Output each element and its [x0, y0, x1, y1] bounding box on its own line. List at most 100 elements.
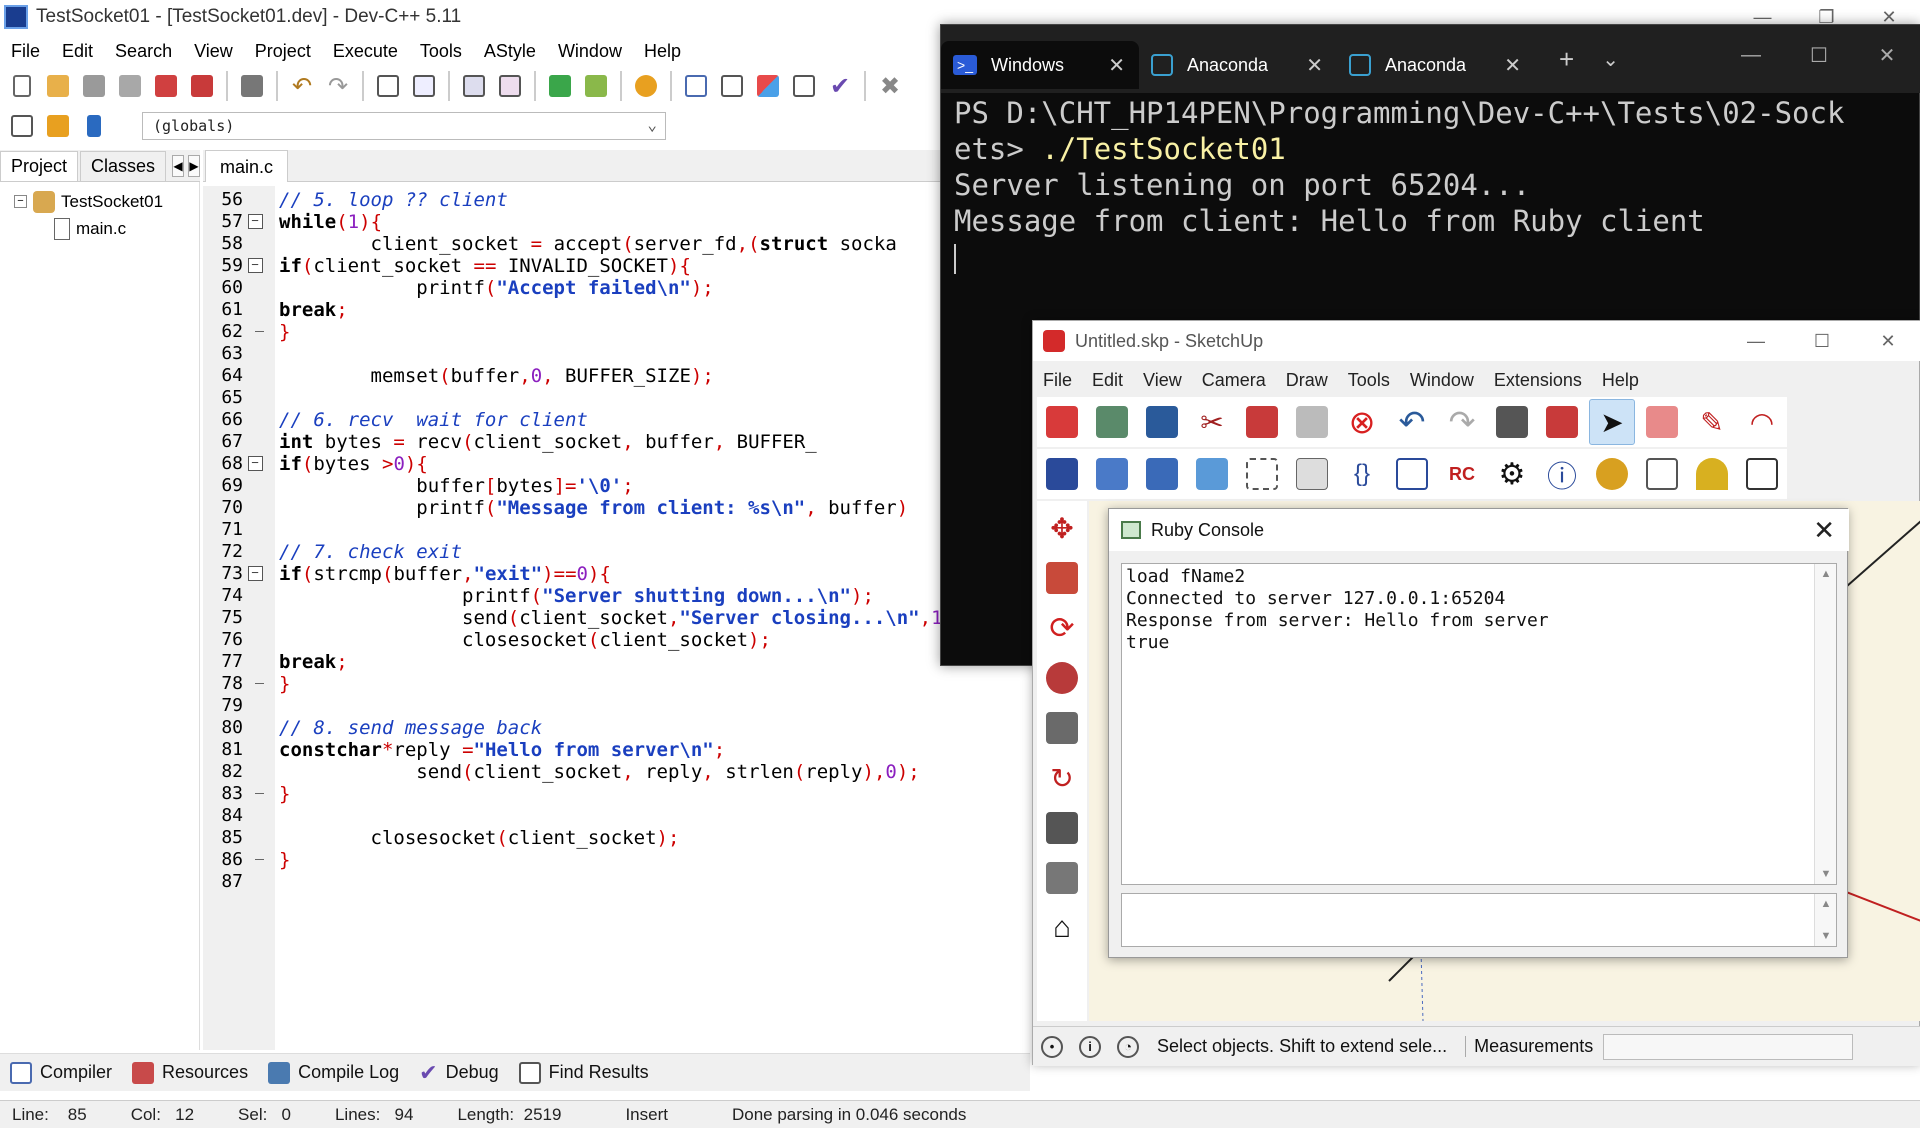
output-scrollbar[interactable]: ▲ ▼: [1814, 564, 1836, 884]
terminal-tab-anaconda-1[interactable]: Anaconda ✕: [1139, 41, 1337, 89]
tab-classes[interactable]: Classes: [80, 151, 167, 181]
sk-menu-extensions[interactable]: Extensions: [1484, 370, 1592, 391]
new-tab-icon[interactable]: +: [1559, 44, 1574, 75]
sk-tool-8[interactable]: [1389, 451, 1435, 497]
menu-edit[interactable]: Edit: [51, 41, 104, 62]
sk-tool-1[interactable]: [1039, 451, 1085, 497]
collapse-icon[interactable]: −: [247, 566, 263, 581]
scroll-down-icon[interactable]: ▼: [1815, 868, 1837, 880]
sk-model-info-button[interactable]: [1539, 399, 1585, 445]
sk-erase-button[interactable]: ⊗: [1339, 399, 1385, 445]
toggle-bookmark-button[interactable]: [78, 110, 110, 142]
sk-pencil-button[interactable]: ✎: [1689, 399, 1735, 445]
terminal-output[interactable]: PS D:\CHT_HP14PEN\Programming\Dev-C++\Te…: [954, 95, 1844, 275]
measurements-input[interactable]: [1603, 1033, 1854, 1060]
close-tab-icon[interactable]: ✕: [1108, 53, 1125, 78]
tab-dropdown-icon[interactable]: ⌄: [1602, 47, 1619, 72]
compile-run-button[interactable]: [752, 70, 784, 102]
sk-dimension-button[interactable]: [1639, 451, 1685, 497]
tab-compiler[interactable]: Compiler: [0, 1061, 122, 1084]
sk-text-button[interactable]: [1739, 451, 1785, 497]
close-icon[interactable]: ✕: [1853, 43, 1920, 68]
menu-file[interactable]: File: [0, 41, 51, 62]
close-file-button[interactable]: [150, 70, 182, 102]
sk-menu-help[interactable]: Help: [1592, 370, 1649, 391]
menu-execute[interactable]: Execute: [322, 41, 409, 62]
menu-help[interactable]: Help: [633, 41, 692, 62]
sk-menu-tools[interactable]: Tools: [1338, 370, 1400, 391]
rebuild-all-button[interactable]: [788, 70, 820, 102]
replace-button[interactable]: [408, 70, 440, 102]
sk-tool-9[interactable]: RC: [1439, 451, 1485, 497]
syntax-check-button[interactable]: ✔: [824, 70, 856, 102]
goto-bookmark-button[interactable]: [6, 110, 38, 142]
menu-window[interactable]: Window: [547, 41, 633, 62]
input-scrollbar[interactable]: ▲ ▼: [1814, 894, 1836, 946]
sk-eraser-button[interactable]: [1639, 399, 1685, 445]
geolocation-icon[interactable]: •: [1041, 1035, 1063, 1058]
collapse-icon[interactable]: −: [14, 195, 27, 208]
globals-select[interactable]: (globals) ⌄: [142, 112, 666, 140]
sk-menu-file[interactable]: File: [1033, 370, 1082, 391]
sk-menu-view[interactable]: View: [1133, 370, 1192, 391]
sk-tool-7[interactable]: {}: [1339, 451, 1385, 497]
minimize-icon[interactable]: —: [1717, 44, 1785, 67]
sk-cut-button[interactable]: ✂: [1189, 399, 1235, 445]
print-button[interactable]: [236, 70, 268, 102]
tab-debug[interactable]: ✔ Debug: [409, 1060, 508, 1086]
new-file-button[interactable]: [6, 70, 38, 102]
run-button[interactable]: [716, 70, 748, 102]
code-editor[interactable]: // 5. loop ?? client while (1) { client_…: [275, 186, 1035, 1050]
sk-tool-4[interactable]: [1189, 451, 1235, 497]
undo-button[interactable]: ↶: [286, 70, 318, 102]
scroll-up-icon[interactable]: ▲: [1815, 568, 1837, 580]
scroll-up-icon[interactable]: ▲: [1815, 898, 1837, 910]
close-all-button[interactable]: [186, 70, 218, 102]
sk-warehouse-button[interactable]: [1039, 805, 1085, 851]
sk-menu-draw[interactable]: Draw: [1276, 370, 1338, 391]
ruby-console-input[interactable]: ▲ ▼: [1121, 893, 1837, 947]
tab-resources[interactable]: Resources: [122, 1061, 258, 1084]
maximize-icon[interactable]: ☐: [1785, 43, 1853, 68]
add-to-project-button[interactable]: [544, 70, 576, 102]
sk-tape-button[interactable]: [1589, 451, 1635, 497]
sk-redo-button[interactable]: ↷: [1439, 399, 1485, 445]
sk-undo-button[interactable]: ↶: [1389, 399, 1435, 445]
sk-menu-edit[interactable]: Edit: [1082, 370, 1133, 391]
menu-project[interactable]: Project: [244, 41, 322, 62]
sk-paste-button[interactable]: [1289, 399, 1335, 445]
sk-move-button[interactable]: ✥: [1039, 505, 1085, 551]
tab-find-results[interactable]: Find Results: [509, 1061, 659, 1084]
sk-followme-button[interactable]: [1039, 655, 1085, 701]
stop-execution-button[interactable]: ✖: [874, 70, 906, 102]
collapse-icon[interactable]: −: [247, 258, 263, 273]
sk-offset-button[interactable]: ↻: [1039, 755, 1085, 801]
menu-search[interactable]: Search: [104, 41, 183, 62]
sk-menu-window[interactable]: Window: [1400, 370, 1484, 391]
collapse-icon[interactable]: −: [247, 456, 263, 471]
sk-arc-button[interactable]: ◠: [1739, 399, 1785, 445]
sk-protractor-button[interactable]: [1689, 451, 1735, 497]
user-icon[interactable]: ◔: [1117, 1035, 1139, 1058]
compile-button[interactable]: [680, 70, 712, 102]
sk-scale-button[interactable]: [1039, 705, 1085, 751]
info-icon[interactable]: i: [1079, 1035, 1101, 1058]
sk-components-button[interactable]: [1039, 855, 1085, 901]
close-tab-icon[interactable]: ✕: [1306, 53, 1323, 78]
sk-tool-3[interactable]: [1139, 451, 1185, 497]
sk-tool-2[interactable]: [1089, 451, 1135, 497]
tree-project-node[interactable]: − TestSocket01: [14, 188, 163, 215]
sk-tool-5[interactable]: [1239, 451, 1285, 497]
collapse-icon[interactable]: −: [247, 214, 263, 229]
scroll-down-icon[interactable]: ▼: [1815, 930, 1837, 942]
sk-copy-button[interactable]: [1239, 399, 1285, 445]
open-button[interactable]: [42, 70, 74, 102]
sk-rotate-button[interactable]: ⟳: [1039, 605, 1085, 651]
sk-open-button[interactable]: [1089, 399, 1135, 445]
sk-info-button[interactable]: ⓘ: [1539, 451, 1585, 497]
minimize-icon[interactable]: —: [1723, 331, 1789, 352]
insert-button[interactable]: [42, 110, 74, 142]
sk-save-button[interactable]: [1139, 399, 1185, 445]
unindent-button[interactable]: [494, 70, 526, 102]
tab-main-c[interactable]: main.c: [205, 150, 289, 182]
